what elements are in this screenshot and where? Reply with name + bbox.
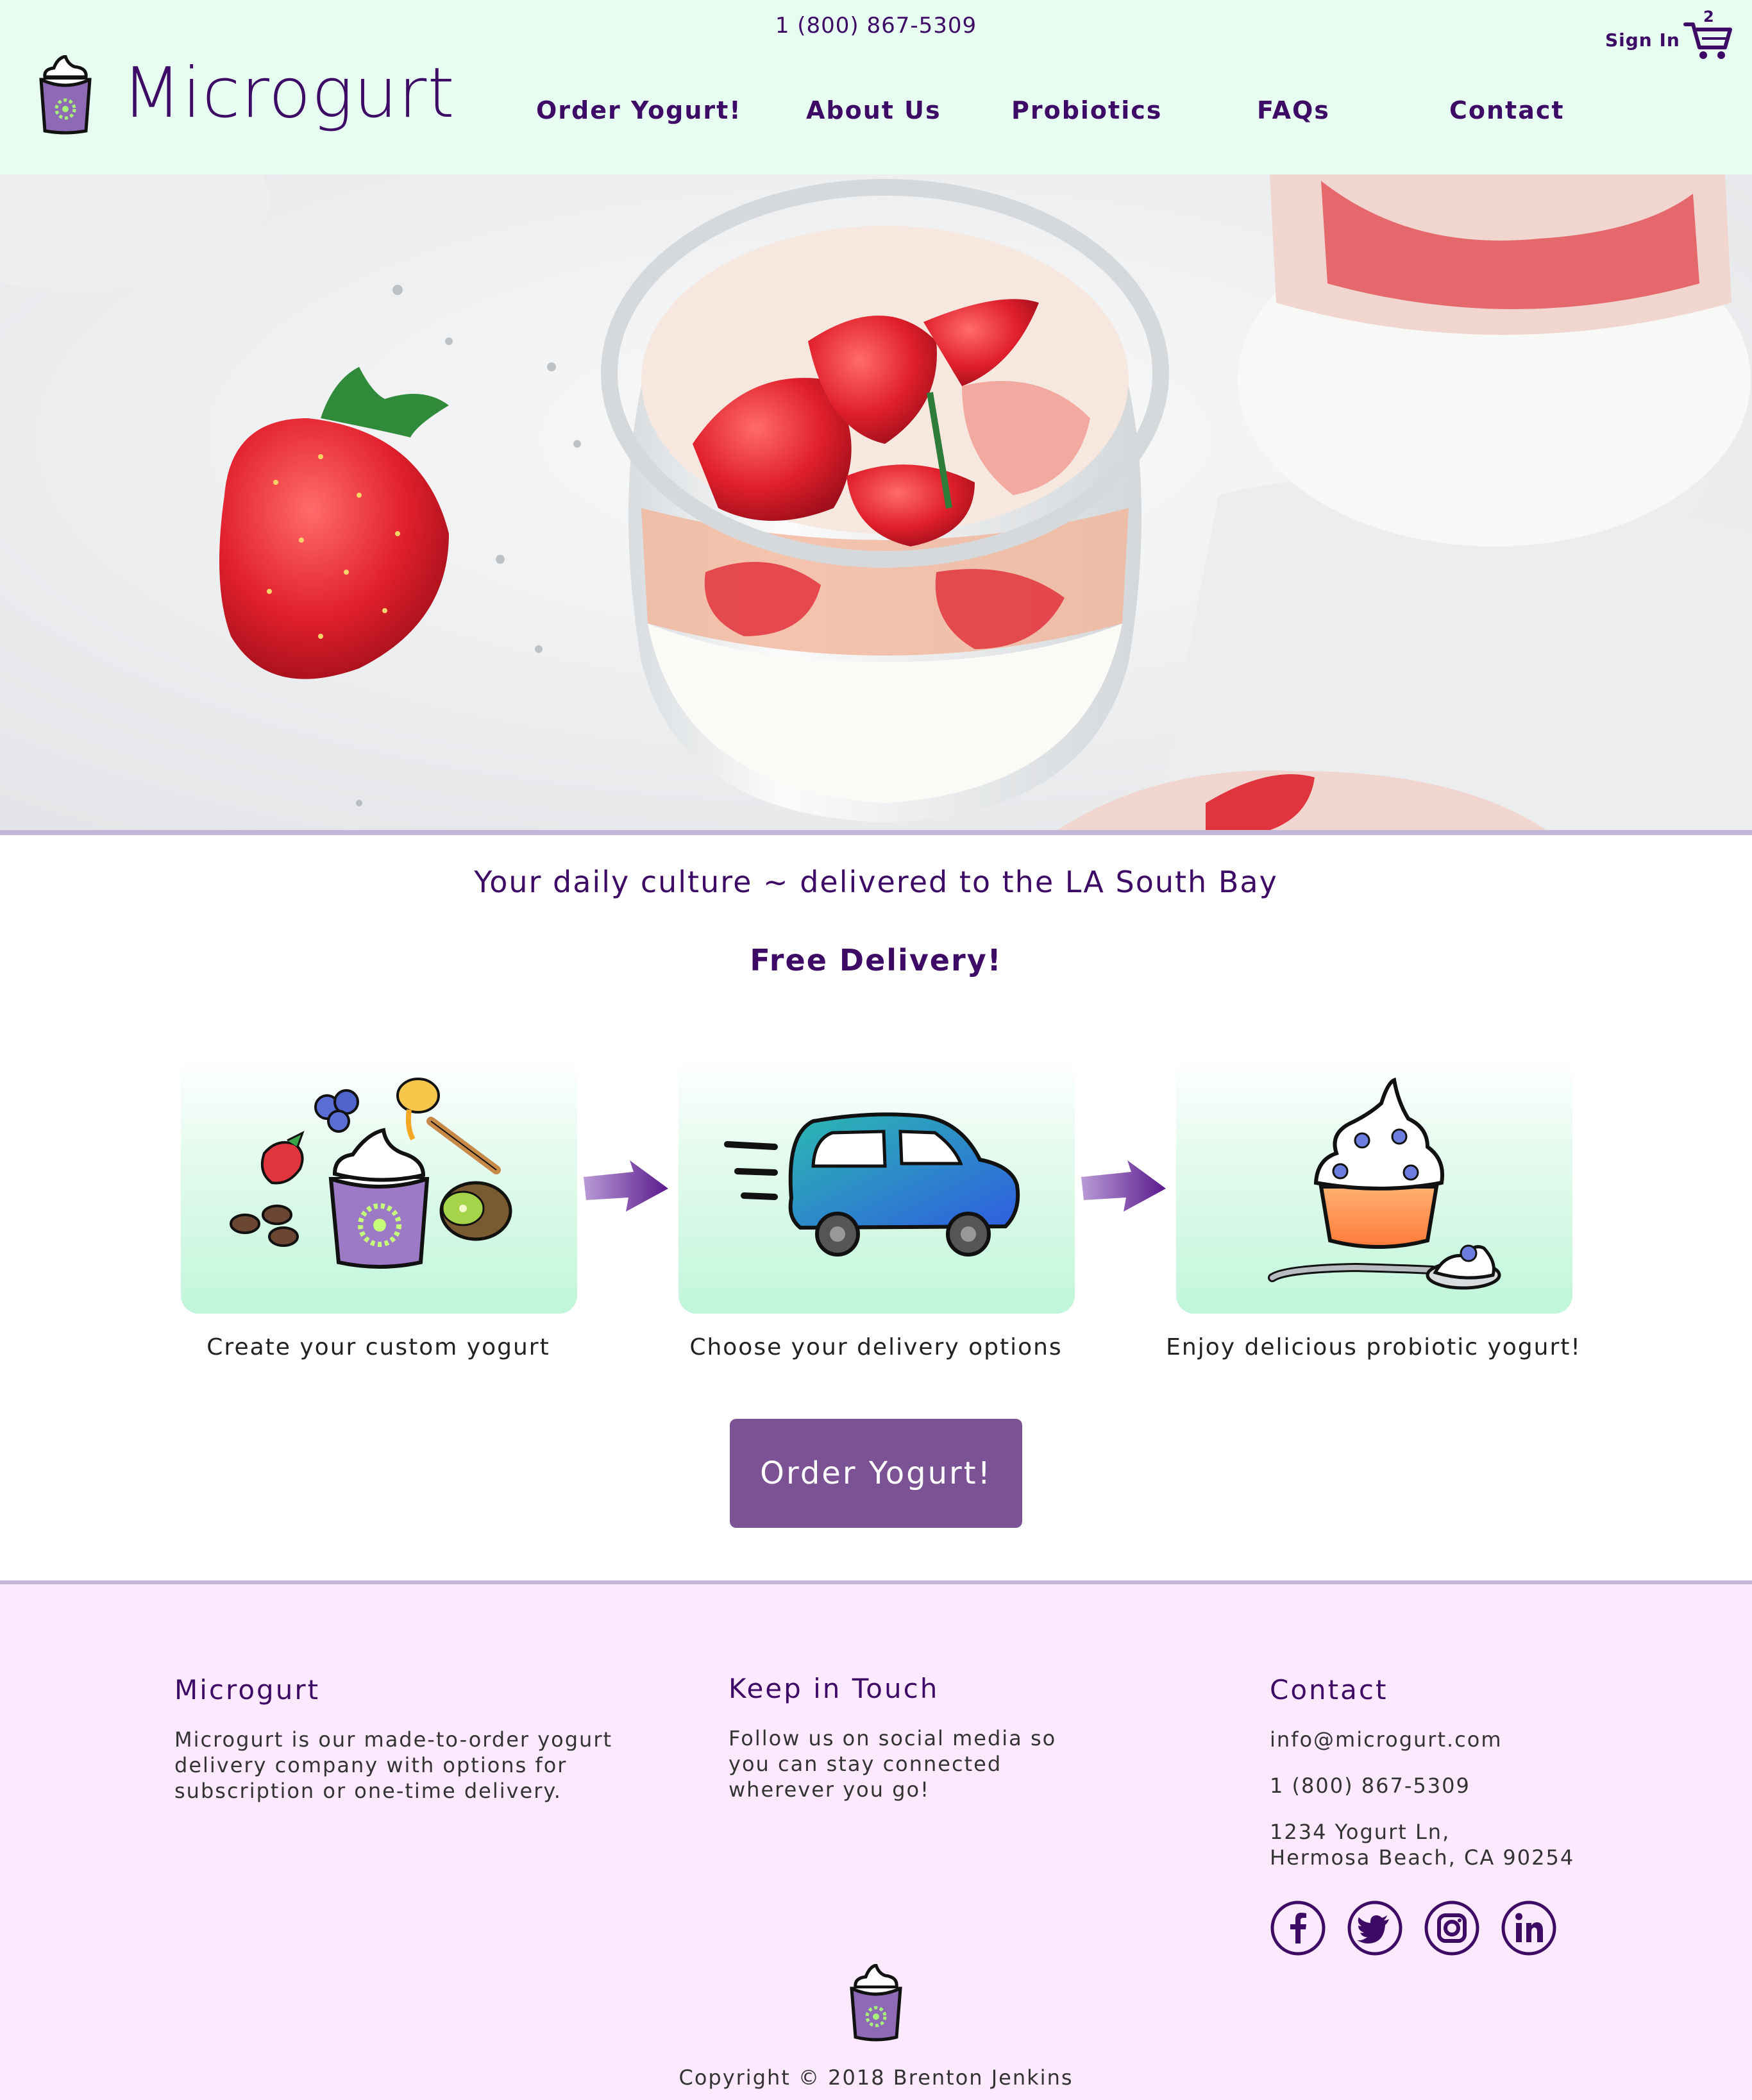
order-yogurt-button[interactable]: Order Yogurt! [730, 1419, 1022, 1528]
footer-about-heading: Microgurt [174, 1674, 321, 1706]
free-delivery-heading: Free Delivery! [750, 943, 1002, 978]
footer-address: 1234 Yogurt Ln, Hermosa Beach, CA 90254 [1270, 1820, 1575, 1870]
instagram-icon[interactable] [1424, 1900, 1480, 1956]
step-arrow-icon [584, 1160, 668, 1212]
hero-image [0, 174, 1752, 834]
yogurt-cup-spoon-icon [1268, 1077, 1501, 1290]
footer-keep-in-touch-text: Follow us on social media so you can sta… [729, 1726, 1057, 1802]
footer-phone[interactable]: 1 (800) 867-5309 [1270, 1773, 1470, 1799]
step-caption-delivery: Choose your delivery options [689, 1334, 1063, 1360]
step-arrow-icon [1081, 1160, 1166, 1212]
step-card-enjoy [1176, 1057, 1572, 1314]
footer-logo-cup-icon[interactable] [848, 1964, 904, 2042]
nav-probiotics[interactable]: Probiotics [1011, 96, 1162, 124]
sign-in-link[interactable]: Sign In [1605, 30, 1680, 51]
copyright: Copyright © 2018 Brenton Jenkins [678, 2065, 1074, 2090]
nav-about-us[interactable]: About Us [806, 96, 941, 124]
footer-contact-heading: Contact [1270, 1674, 1388, 1706]
nav-faqs[interactable]: FAQs [1257, 96, 1330, 124]
step-card-delivery [678, 1057, 1075, 1314]
car-icon [724, 1112, 1020, 1257]
nav-order-yogurt[interactable]: Order Yogurt! [536, 96, 742, 124]
yogurt-ingredients-icon [230, 1078, 512, 1269]
twitter-icon[interactable] [1347, 1900, 1403, 1956]
logo-cup-icon[interactable] [36, 55, 95, 136]
logo-text[interactable]: Microgurt [122, 59, 455, 128]
nav-contact[interactable]: Contact [1449, 96, 1565, 124]
site-header: 1 (800) 867-5309 Microgurt Order Yogurt!… [0, 0, 1752, 174]
step-card-create [181, 1057, 577, 1314]
step-caption-create: Create your custom yogurt [206, 1334, 550, 1360]
header-phone[interactable]: 1 (800) 867-5309 [0, 13, 1752, 38]
footer-about-text: Microgurt is our made-to-order yogurt de… [174, 1727, 613, 1803]
footer-email-link[interactable]: info@microgurt.com [1270, 1727, 1503, 1752]
footer-keep-in-touch-heading: Keep in Touch [729, 1673, 939, 1704]
tagline: Your daily culture ~ delivered to the LA… [474, 865, 1278, 899]
step-caption-enjoy: Enjoy delicious probiotic yogurt! [1166, 1334, 1581, 1360]
cart-count-badge: 2 [1703, 8, 1714, 26]
linkedin-icon[interactable] [1501, 1900, 1557, 1956]
hero-divider [0, 830, 1752, 835]
facebook-icon[interactable] [1270, 1900, 1326, 1956]
